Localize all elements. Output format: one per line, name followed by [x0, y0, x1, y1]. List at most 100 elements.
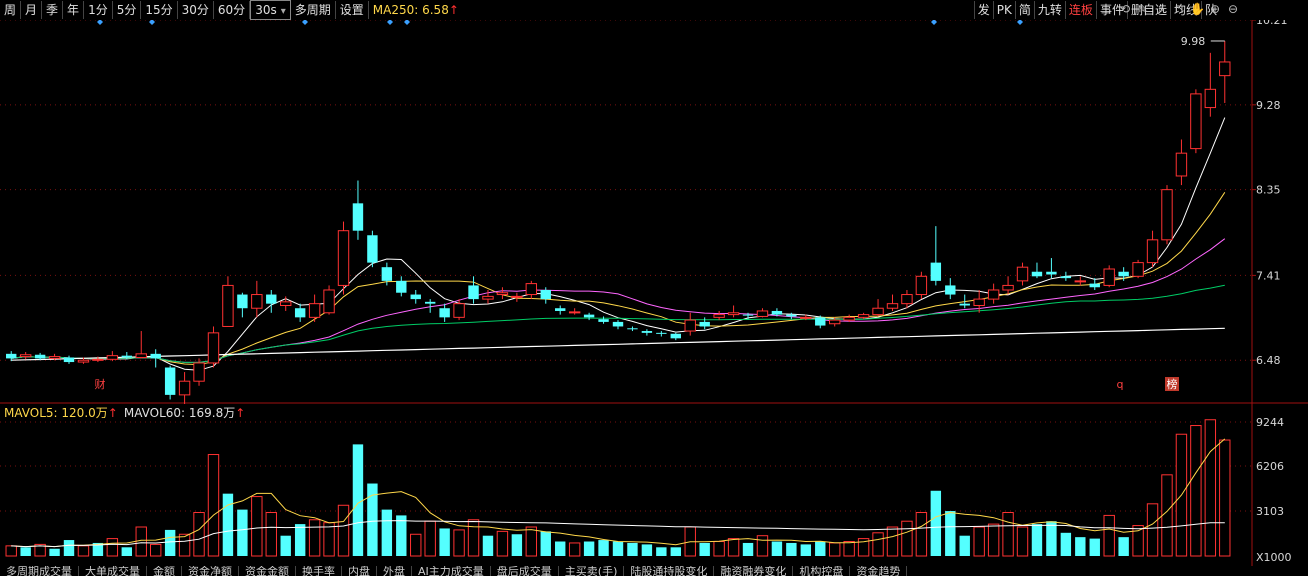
period-tab-2[interactable]: 季: [42, 1, 64, 19]
volume-bar: [656, 547, 667, 556]
back-icon[interactable]: ⟲: [1118, 2, 1132, 16]
indicator-tab-14[interactable]: 资金趋势: [850, 566, 908, 576]
indicator-tab-9[interactable]: 盘后成交量: [491, 566, 559, 576]
candlestick-chart[interactable]: 10.219.288.357.416.489.985.77财q榜: [0, 20, 1308, 404]
period-tab-7[interactable]: 30分: [178, 1, 214, 19]
candle-body: [756, 310, 769, 317]
indicator-tab-13[interactable]: 机构控盘: [793, 566, 851, 576]
candle-body: [237, 294, 248, 309]
period-tab-1[interactable]: 月: [21, 1, 43, 19]
period-tab-0[interactable]: 周: [0, 1, 22, 19]
candle-body: [1103, 268, 1115, 286]
indicator-tab-12[interactable]: 融资融券变化: [714, 566, 794, 576]
candle-body: [886, 303, 899, 309]
indicator-tab-2[interactable]: 金额: [147, 566, 182, 576]
volume-bar: [930, 490, 942, 556]
volume-bar: [178, 533, 191, 557]
candle: [1190, 89, 1202, 154]
candle-body: [901, 294, 913, 305]
volume-bar: [1002, 512, 1014, 557]
candle-body: [424, 301, 436, 304]
candle-body: [1089, 283, 1100, 288]
volume-bar: [467, 519, 480, 557]
candle-body: [713, 314, 725, 318]
volume-tick-label: 3103: [1256, 505, 1284, 518]
period-tab-4[interactable]: 1分: [84, 1, 113, 19]
candle-body: [1118, 271, 1129, 277]
volume-bar: [699, 542, 710, 556]
volume-bar: [294, 524, 306, 556]
volume-bar: [20, 547, 31, 556]
right-tool-1[interactable]: PK: [992, 1, 1015, 19]
volume-bar: [308, 519, 321, 557]
candle-body: [627, 328, 638, 330]
candle-body: [872, 307, 884, 316]
candle-body: [207, 332, 220, 364]
multi-period-button[interactable]: 多周期: [291, 1, 336, 19]
indicator-tab-7[interactable]: 外盘: [377, 566, 412, 576]
candle-body: [656, 332, 667, 334]
volume-bar: [1118, 537, 1129, 556]
brush-icon[interactable]: ✎: [1136, 2, 1150, 16]
indicator-tab-4[interactable]: 资金金额: [239, 566, 296, 576]
indicator-tab-11[interactable]: 陆股通持股变化: [624, 566, 715, 576]
candle: [1161, 185, 1173, 245]
volume-bar: [901, 520, 913, 557]
candle-body: [19, 354, 32, 358]
right-tool-0[interactable]: 发: [973, 1, 993, 19]
mavol60-label: MAVOL60: 169.8万↑: [123, 406, 246, 420]
volume-bar: [973, 526, 985, 557]
indicator-tab-1[interactable]: 大单成交量: [79, 566, 147, 576]
period-tab-6[interactable]: 15分: [141, 1, 178, 19]
volume-chart[interactable]: 9244 6206 3103 X1000: [0, 404, 1308, 566]
candle-body: [987, 289, 1000, 300]
price-tick-label: 7.41: [1256, 269, 1281, 282]
candle-body: [34, 354, 46, 359]
volume-bar: [713, 541, 725, 557]
indicator-tab-0[interactable]: 多周期成交量: [0, 566, 79, 576]
price-tick-label: 10.21: [1256, 20, 1288, 27]
volume-bar: [525, 526, 538, 557]
volume-bar: [612, 541, 624, 556]
volume-bar: [627, 542, 638, 556]
lock-icon[interactable]: ⊓: [1172, 2, 1186, 16]
period-tab-8[interactable]: 60分: [214, 1, 251, 19]
volume-bar: [381, 509, 393, 556]
volume-bar: [337, 504, 350, 557]
indicator-tab-6[interactable]: 内盘: [342, 566, 377, 576]
period-tab-3[interactable]: 年: [63, 1, 85, 19]
candle-body: [598, 319, 609, 322]
candle-body: [106, 355, 119, 360]
indicator-tab-8[interactable]: AI主力成交量: [412, 566, 491, 576]
candle-body: [193, 362, 205, 382]
right-tool-2[interactable]: 简: [1014, 1, 1034, 19]
indicator-tab-3[interactable]: 资金净额: [182, 566, 239, 576]
right-tool-4[interactable]: 连板: [1064, 1, 1096, 19]
magnify-icon[interactable]: ⌕: [1154, 2, 1168, 16]
zoom-out-icon[interactable]: ⊖: [1226, 2, 1240, 16]
candle-body: [135, 353, 147, 358]
candle-body: [670, 333, 681, 339]
zoom-in-icon[interactable]: ⊕: [1208, 2, 1222, 16]
candle-body: [930, 262, 942, 281]
indicator-tab-5[interactable]: 换手率: [296, 566, 342, 576]
candle: [193, 358, 205, 386]
volume-bar: [800, 544, 812, 556]
candle-body: [77, 359, 90, 363]
volume-bar: [945, 511, 956, 556]
indicator-tabs: 多周期成交量 大单成交量 金额 资金净额 资金金额 换手率 内盘 外盘 AI主力成交量 盘后成交量…: [0, 566, 1308, 576]
candle-body: [92, 358, 104, 361]
candle-body: [1219, 61, 1231, 77]
indicator-tab-10[interactable]: 主买卖(手): [559, 566, 625, 576]
period-select[interactable]: 30s: [250, 0, 291, 20]
hand-icon[interactable]: ✋: [1190, 2, 1205, 16]
period-tab-5[interactable]: 5分: [113, 1, 142, 19]
settings-button[interactable]: 设置: [336, 1, 369, 19]
candle-body: [410, 294, 421, 300]
candle-body: [496, 292, 509, 296]
candle: [323, 285, 335, 315]
candle-body: [641, 331, 653, 333]
right-tool-3[interactable]: 九转: [1033, 1, 1065, 19]
candle: [915, 271, 928, 300]
volume-bar: [424, 520, 436, 557]
